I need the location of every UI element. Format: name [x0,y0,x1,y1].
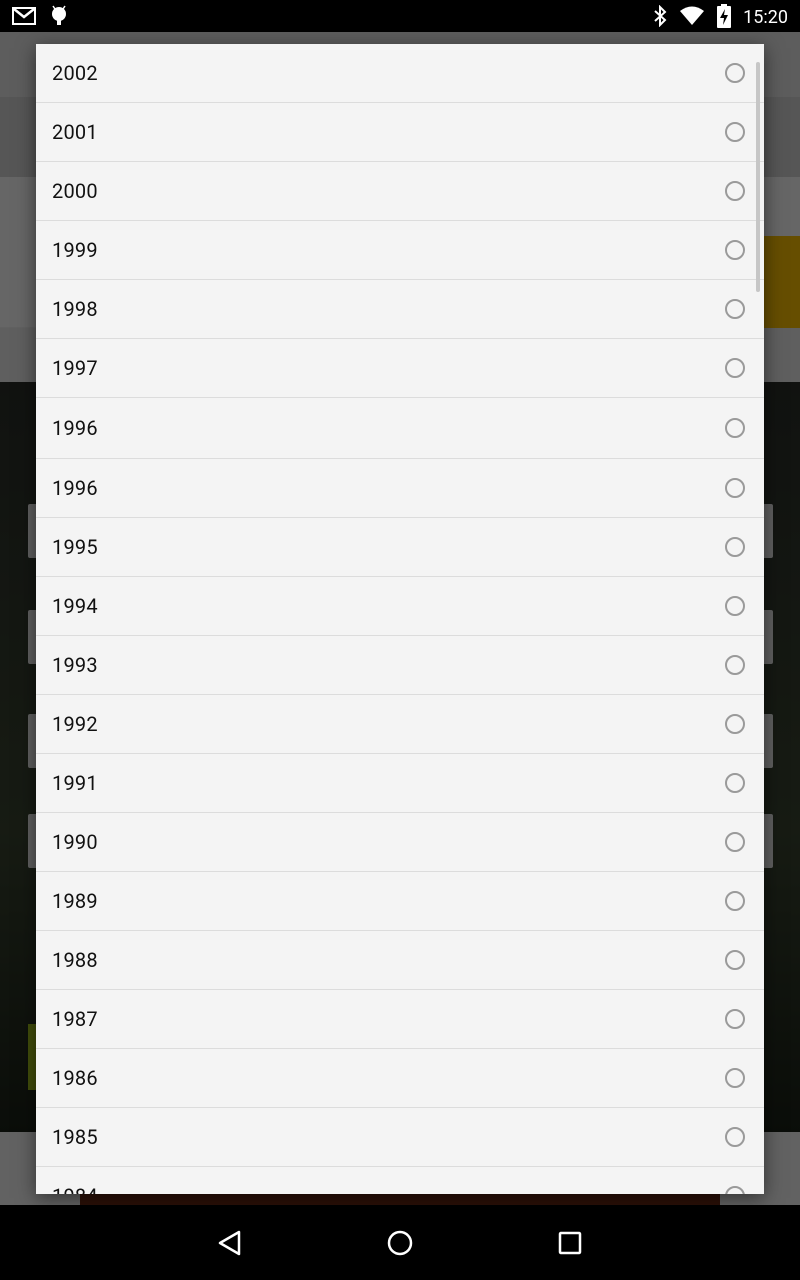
battery-charging-icon [717,4,732,32]
radio-button-icon[interactable] [725,537,745,557]
year-option-label: 1989 [52,889,98,913]
recents-icon [558,1231,582,1255]
back-icon [218,1230,241,1256]
year-option-row[interactable]: 1988 [36,931,764,990]
radio-button-icon[interactable] [725,63,745,83]
year-option-row[interactable]: 2000 [36,162,764,221]
navigation-bar [0,1205,800,1280]
year-option-label: 1984 [52,1184,98,1194]
year-option-row[interactable]: 1996 [36,398,764,459]
radio-button-icon[interactable] [725,714,745,734]
year-option-label: 2002 [52,61,98,85]
bluetooth-icon [653,4,667,31]
radio-button-icon[interactable] [725,655,745,675]
year-option-label: 1985 [52,1125,98,1149]
status-right-icons: 15:20 [653,4,788,32]
radio-button-icon[interactable] [725,418,745,438]
year-option-row[interactable]: 1990 [36,813,764,872]
year-option-row[interactable]: 1991 [36,754,764,813]
radio-button-icon[interactable] [725,1127,745,1147]
year-option-row[interactable]: 1989 [36,872,764,931]
year-option-label: 1991 [52,771,98,795]
status-bar: 15:20 [0,0,800,32]
year-option-label: 1996 [52,416,98,440]
scrollbar[interactable] [756,62,760,292]
radio-button-icon[interactable] [725,1009,745,1029]
gmail-icon [12,6,36,30]
radio-button-icon[interactable] [725,478,745,498]
radio-button-icon[interactable] [725,950,745,970]
radio-button-icon[interactable] [725,596,745,616]
radio-button-icon[interactable] [725,832,745,852]
year-option-row[interactable]: 2001 [36,103,764,162]
year-option-row[interactable]: 1998 [36,280,764,339]
home-icon [387,1230,413,1256]
year-picker-dialog: 2002 2001 2000 1999 1998 1997 1996 1996 1995 1994… [36,44,764,1194]
year-option-label: 1986 [52,1066,98,1090]
radio-button-icon[interactable] [725,891,745,911]
year-option-label: 1992 [52,712,98,736]
wifi-icon [679,6,705,30]
year-option-row[interactable]: 1992 [36,695,764,754]
year-option-row[interactable]: 1993 [36,636,764,695]
radio-button-icon[interactable] [725,181,745,201]
year-option-label: 2000 [52,179,98,203]
year-option-label: 1999 [52,238,98,262]
year-option-label: 1996 [52,476,98,500]
radio-button-icon[interactable] [725,773,745,793]
year-option-row[interactable]: 1985 [36,1108,764,1167]
year-option-label: 1988 [52,948,98,972]
radio-button-icon[interactable] [725,358,745,378]
year-option-label: 1994 [52,594,98,618]
year-option-row[interactable]: 1995 [36,518,764,577]
radio-button-icon[interactable] [725,122,745,142]
year-option-label: 1987 [52,1007,98,1031]
year-option-label: 1995 [52,535,98,559]
year-option-row[interactable]: 1999 [36,221,764,280]
year-option-label: 1998 [52,297,98,321]
year-option-row[interactable]: 1987 [36,990,764,1049]
android-debug-icon [50,5,68,31]
year-option-row[interactable]: 1996 [36,459,764,518]
year-option-row[interactable]: 1994 [36,577,764,636]
year-options-list: 2002 2001 2000 1999 1998 1997 1996 1996 1995 1994… [36,44,764,1194]
year-option-label: 1990 [52,830,98,854]
year-option-label: 1993 [52,653,98,677]
back-button[interactable] [210,1223,250,1263]
radio-button-icon[interactable] [725,240,745,260]
year-option-row[interactable]: 2002 [36,44,764,103]
year-option-label: 1997 [52,356,98,380]
year-option-row[interactable]: 1984 [36,1167,764,1194]
year-option-row[interactable]: 1997 [36,339,764,398]
recents-button[interactable] [550,1223,590,1263]
radio-button-icon[interactable] [725,1186,745,1194]
radio-button-icon[interactable] [725,299,745,319]
status-left-icons [12,5,68,31]
status-time: 15:20 [743,7,788,28]
year-option-row[interactable]: 1986 [36,1049,764,1108]
home-button[interactable] [380,1223,420,1263]
year-option-label: 2001 [52,120,98,144]
radio-button-icon[interactable] [725,1068,745,1088]
